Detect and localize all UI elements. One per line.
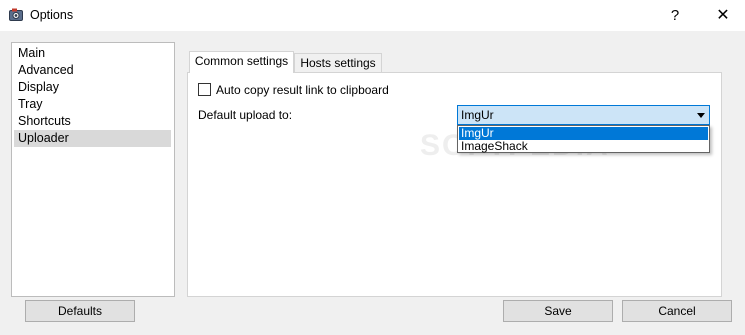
title-bar: Options ? ✕ bbox=[0, 0, 745, 31]
tab-common-settings[interactable]: Common settings bbox=[189, 51, 294, 73]
default-upload-label: Default upload to: bbox=[198, 108, 293, 122]
auto-copy-label[interactable]: Auto copy result link to clipboard bbox=[216, 83, 389, 97]
close-button[interactable]: ✕ bbox=[705, 0, 741, 31]
upload-option-imageshack[interactable]: ImageShack bbox=[459, 140, 708, 153]
chevron-down-icon[interactable] bbox=[697, 113, 705, 118]
help-button[interactable]: ? bbox=[660, 0, 690, 31]
default-upload-select[interactable]: ImgUr bbox=[457, 105, 710, 125]
tab-hosts-settings[interactable]: Hosts settings bbox=[294, 53, 382, 73]
cancel-button[interactable]: Cancel bbox=[622, 300, 732, 322]
defaults-button[interactable]: Defaults bbox=[25, 300, 135, 322]
category-item-tray[interactable]: Tray bbox=[14, 96, 171, 113]
auto-copy-checkbox[interactable] bbox=[198, 83, 211, 96]
window-title: Options bbox=[30, 8, 74, 22]
category-item-advanced[interactable]: Advanced bbox=[14, 62, 171, 79]
category-item-main[interactable]: Main bbox=[14, 45, 171, 62]
options-dialog-body: Main Advanced Display Tray Shortcuts Upl… bbox=[0, 31, 745, 335]
category-item-uploader[interactable]: Uploader bbox=[14, 130, 171, 147]
default-upload-value: ImgUr bbox=[461, 108, 494, 122]
camera-app-icon bbox=[9, 8, 23, 21]
upload-options-dropdown: ImgUr ImageShack bbox=[457, 125, 710, 153]
category-item-display[interactable]: Display bbox=[14, 79, 171, 96]
category-item-shortcuts[interactable]: Shortcuts bbox=[14, 113, 171, 130]
save-button[interactable]: Save bbox=[503, 300, 613, 322]
category-list: Main Advanced Display Tray Shortcuts Upl… bbox=[11, 42, 175, 297]
